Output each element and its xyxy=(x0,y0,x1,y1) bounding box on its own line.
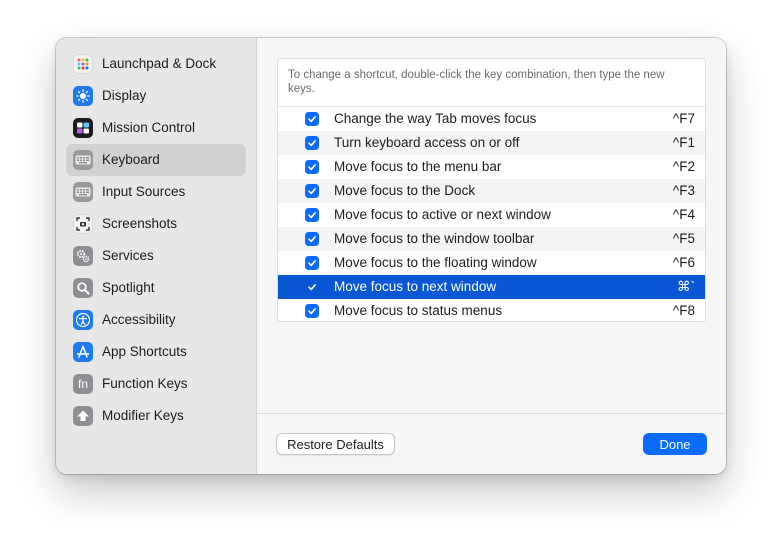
sidebar-item-label: Services xyxy=(102,248,154,263)
sidebar-item-mission-control[interactable]: Mission Control xyxy=(66,112,246,144)
shortcut-label: Move focus to the menu bar xyxy=(334,159,502,174)
footer-divider xyxy=(257,413,726,414)
shortcut-label: Move focus to next window xyxy=(334,279,497,294)
shortcut-row[interactable]: Move focus to the Dock ^F3 xyxy=(278,179,705,203)
shortcut-row[interactable]: Move focus to the floating window ^F6 xyxy=(278,251,705,275)
sidebar-item-label: Launchpad & Dock xyxy=(102,56,217,71)
shortcut-key[interactable]: ^F6 xyxy=(673,255,695,270)
shortcut-key[interactable]: ⌘` xyxy=(677,279,695,295)
shortcut-row[interactable]: Turn keyboard access on or off ^F1 xyxy=(278,131,705,155)
sidebar-item-label: Modifier Keys xyxy=(102,408,184,423)
hint-text: To change a shortcut, double-click the k… xyxy=(288,69,665,95)
sidebar-item-label: Screenshots xyxy=(102,216,178,231)
sidebar-item-label: Input Sources xyxy=(102,184,186,199)
checkbox[interactable] xyxy=(305,280,319,294)
sidebar-item-label: Function Keys xyxy=(102,376,188,391)
screenshot-icon xyxy=(73,214,93,234)
shortcut-label: Move focus to the window toolbar xyxy=(334,231,535,246)
shortcut-list: Change the way Tab moves focus ^F7 Turn … xyxy=(278,107,705,321)
shortcut-key[interactable]: ^F7 xyxy=(673,111,695,126)
display-brightness-icon xyxy=(73,86,93,106)
shortcut-key[interactable]: ^F3 xyxy=(673,183,695,198)
shortcut-key[interactable]: ^F8 xyxy=(673,303,695,318)
keyboard-icon xyxy=(73,150,93,170)
shortcut-key[interactable]: ^F5 xyxy=(673,231,695,246)
checkbox[interactable] xyxy=(305,136,319,150)
done-button[interactable]: Done xyxy=(643,433,707,455)
sidebar-item-input-sources[interactable]: Input Sources xyxy=(66,176,246,208)
sidebar-item-spotlight[interactable]: Spotlight xyxy=(66,272,246,304)
shortcut-key[interactable]: ^F1 xyxy=(673,135,695,150)
keyboard-shortcuts-window: Launchpad & Dock Display Mission Control… xyxy=(56,38,726,474)
sidebar-item-services[interactable]: Services xyxy=(66,240,246,272)
sidebar-item-display[interactable]: Display xyxy=(66,80,246,112)
checkbox[interactable] xyxy=(305,208,319,222)
shortcut-label: Move focus to the Dock xyxy=(334,183,476,198)
sidebar-item-label: Accessibility xyxy=(102,312,176,327)
restore-defaults-button[interactable]: Restore Defaults xyxy=(276,433,395,455)
shortcut-row[interactable]: Change the way Tab moves focus ^F7 xyxy=(278,107,705,131)
sidebar-item-screenshots[interactable]: Screenshots xyxy=(66,208,246,240)
shortcut-key[interactable]: ^F4 xyxy=(673,207,695,222)
fn-key-icon: fn xyxy=(73,374,93,394)
keyboard-icon xyxy=(73,182,93,202)
launchpad-icon xyxy=(73,54,93,74)
sidebar-item-label: Spotlight xyxy=(102,280,155,295)
shortcut-key[interactable]: ^F2 xyxy=(673,159,695,174)
sidebar-item-keyboard[interactable]: Keyboard xyxy=(66,144,246,176)
sidebar-item-label: Display xyxy=(102,88,147,103)
magnifier-icon xyxy=(73,278,93,298)
sidebar-item-label: App Shortcuts xyxy=(102,344,187,359)
checkbox[interactable] xyxy=(305,112,319,126)
shortcut-label: Change the way Tab moves focus xyxy=(334,111,537,126)
shortcut-row-selected[interactable]: Move focus to next window ⌘` xyxy=(278,275,705,299)
sidebar-item-label: Keyboard xyxy=(102,152,160,167)
checkbox[interactable] xyxy=(305,304,319,318)
sidebar-item-launchpad-dock[interactable]: Launchpad & Dock xyxy=(66,48,246,80)
checkbox[interactable] xyxy=(305,232,319,246)
sidebar-item-label: Mission Control xyxy=(102,120,196,135)
shortcut-label: Move focus to the floating window xyxy=(334,255,537,270)
up-arrow-icon xyxy=(73,406,93,426)
checkbox[interactable] xyxy=(305,160,319,174)
shortcut-row[interactable]: Move focus to the menu bar ^F2 xyxy=(278,155,705,179)
shortcuts-panel: To change a shortcut, double-click the k… xyxy=(277,58,706,322)
gears-icon xyxy=(73,246,93,266)
app-store-icon xyxy=(73,342,93,362)
checkbox[interactable] xyxy=(305,256,319,270)
shortcut-label: Turn keyboard access on or off xyxy=(334,135,520,150)
sidebar-item-modifier-keys[interactable]: Modifier Keys xyxy=(66,400,246,432)
shortcut-row[interactable]: Move focus to active or next window ^F4 xyxy=(278,203,705,227)
sidebar-item-function-keys[interactable]: fn Function Keys xyxy=(66,368,246,400)
mission-control-icon xyxy=(73,118,93,138)
sidebar: Launchpad & Dock Display Mission Control… xyxy=(56,38,257,474)
sidebar-item-accessibility[interactable]: Accessibility xyxy=(66,304,246,336)
shortcut-row[interactable]: Move focus to the window toolbar ^F5 xyxy=(278,227,705,251)
accessibility-icon xyxy=(73,310,93,330)
shortcut-label: Move focus to active or next window xyxy=(334,207,551,222)
checkbox[interactable] xyxy=(305,184,319,198)
shortcut-row[interactable]: Move focus to status menus ^F8 xyxy=(278,299,705,321)
sidebar-item-app-shortcuts[interactable]: App Shortcuts xyxy=(66,336,246,368)
shortcut-label: Move focus to status menus xyxy=(334,303,503,318)
main-pane: To change a shortcut, double-click the k… xyxy=(257,38,726,474)
